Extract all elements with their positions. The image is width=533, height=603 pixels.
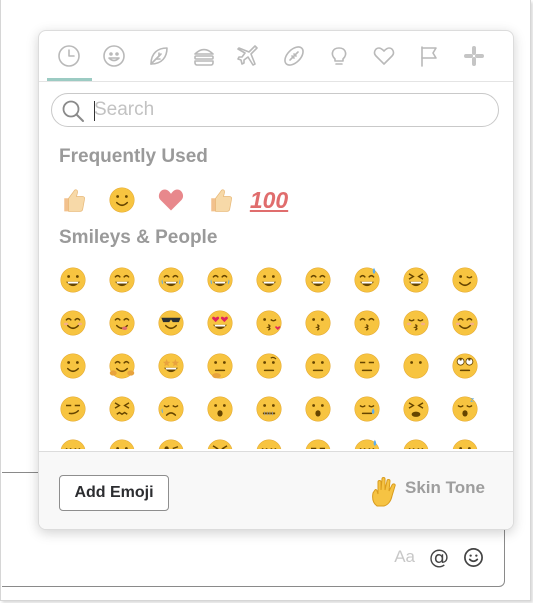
emoji-scroll-area[interactable]: Frequently Used Smileys & People 100 z — [39, 137, 513, 449]
emoji-hugging[interactable] — [106, 350, 138, 382]
emoji-expressionless[interactable] — [351, 350, 383, 382]
emoji-heart-eyes[interactable] — [204, 307, 236, 339]
emoji-neutral[interactable] — [302, 350, 334, 382]
emoji-smile[interactable] — [302, 264, 334, 296]
emoji-smiley[interactable] — [253, 264, 285, 296]
emoji-kissing-heart[interactable] — [253, 307, 285, 339]
frequently-used-heading: Frequently Used — [59, 146, 208, 167]
emoji-no-mouth[interactable] — [400, 350, 432, 382]
emoji-joy[interactable] — [155, 264, 187, 296]
emoji-sleeping[interactable]: z — [449, 393, 481, 425]
emoji-thinking[interactable] — [204, 350, 236, 382]
emoji-persevere[interactable] — [106, 393, 138, 425]
emoji-stuck-out-tongue[interactable] — [106, 436, 138, 449]
emoji-disappointed-relieved[interactable] — [155, 393, 187, 425]
emoji-slight-smile[interactable] — [57, 350, 89, 382]
emoji-hushed[interactable] — [302, 393, 334, 425]
emoji-stuck-out-tongue-wink[interactable] — [155, 436, 187, 449]
emoji-grinning[interactable] — [57, 264, 89, 296]
emoji-grin[interactable] — [106, 264, 138, 296]
travel-icon[interactable] — [236, 43, 262, 69]
picker-footer: Add Emoji Skin Tone — [39, 451, 513, 529]
emoji-thumbsup-light[interactable] — [57, 184, 89, 216]
activity-icon[interactable] — [281, 43, 307, 69]
emoji-eye-roll[interactable] — [449, 350, 481, 382]
emoji-kissing-smiling[interactable] — [351, 307, 383, 339]
emoji-unamused[interactable] — [302, 436, 334, 449]
formatting-button[interactable]: Aa — [394, 547, 415, 567]
category-bar — [39, 31, 513, 82]
active-category-indicator — [47, 78, 92, 81]
emoji-button-icon[interactable] — [463, 547, 484, 568]
objects-icon[interactable] — [326, 43, 352, 69]
emoji-raised-eyebrow[interactable] — [253, 350, 285, 382]
emoji-heart[interactable] — [155, 184, 187, 216]
search-input[interactable] — [94, 98, 484, 122]
emoji-slight-smile[interactable] — [106, 184, 138, 216]
emoji-rofl[interactable] — [204, 264, 236, 296]
emoji-open-mouth[interactable] — [204, 393, 236, 425]
recent-icon[interactable] — [56, 43, 82, 69]
symbols-icon[interactable] — [371, 43, 397, 69]
emoji-relieved[interactable] — [57, 436, 89, 449]
emoji-star-struck[interactable] — [155, 350, 187, 382]
emoji-confused[interactable] — [449, 436, 481, 449]
add-emoji-button[interactable]: Add Emoji — [59, 475, 169, 511]
emoji-sweat[interactable] — [351, 436, 383, 449]
emoji-drooling[interactable] — [253, 436, 285, 449]
emoji-relaxed[interactable] — [449, 307, 481, 339]
emoji-tired[interactable] — [400, 393, 432, 425]
emoji-wink[interactable] — [449, 264, 481, 296]
emoji-smirk[interactable] — [57, 393, 89, 425]
text-caret — [94, 101, 95, 121]
emoji-laughing[interactable] — [400, 264, 432, 296]
emoji-pensive[interactable] — [400, 436, 432, 449]
raised-hand-icon — [372, 477, 396, 507]
emoji-sunglasses[interactable] — [155, 307, 187, 339]
emoji-blush[interactable] — [57, 307, 89, 339]
emoji-yum[interactable] — [106, 307, 138, 339]
svg-text:z: z — [470, 396, 474, 404]
emoji-stuck-out-tongue-closed[interactable] — [204, 436, 236, 449]
search-box[interactable] — [51, 93, 499, 127]
flags-icon[interactable] — [416, 43, 442, 69]
composer-actions: Aa @ — [394, 545, 484, 569]
emoji-picker: Frequently Used Smileys & People 100 z Ad… — [38, 30, 514, 530]
emoji-kissing[interactable] — [302, 307, 334, 339]
food-icon[interactable] — [191, 43, 217, 69]
emoji-zipper[interactable] — [253, 393, 285, 425]
skin-tone-label: Skin Tone — [405, 478, 485, 497]
emoji-sweat-smile[interactable] — [351, 264, 383, 296]
slack-icon[interactable] — [461, 43, 487, 69]
emoji-100[interactable]: 100 — [249, 184, 289, 216]
hundred-label: 100 — [249, 186, 289, 213]
emoji-sleepy[interactable] — [351, 393, 383, 425]
emoji-kissing-closed[interactable] — [400, 307, 432, 339]
nature-icon[interactable] — [146, 43, 172, 69]
smileys-icon[interactable] — [101, 43, 127, 69]
emoji-thumbsup-light[interactable] — [204, 184, 236, 216]
skin-tone-button[interactable]: Skin Tone — [369, 476, 485, 508]
mention-button[interactable]: @ — [429, 545, 449, 569]
search-icon — [62, 100, 84, 122]
smileys-people-heading: Smileys & People — [59, 227, 218, 248]
